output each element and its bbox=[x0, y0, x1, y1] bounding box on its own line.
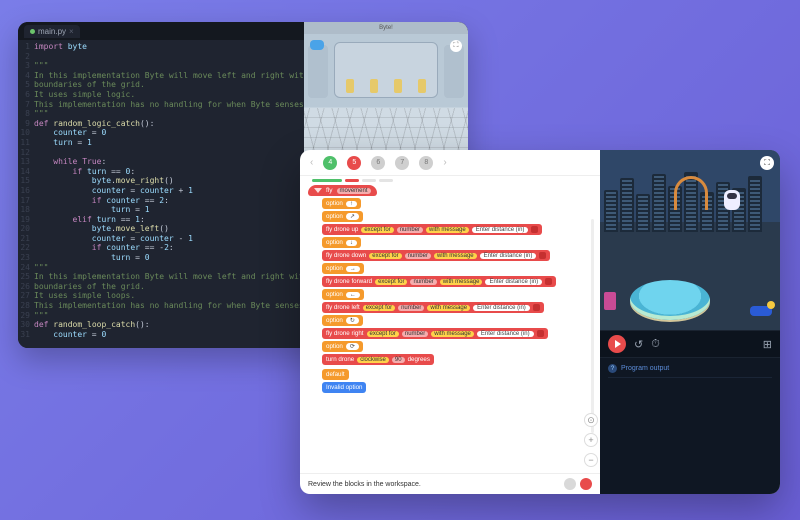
code-block[interactable]: Invalid option bbox=[322, 382, 366, 393]
close-icon[interactable]: × bbox=[69, 27, 74, 36]
expand-icon[interactable]: ⛶ bbox=[450, 40, 462, 52]
game-scene: ⛶ bbox=[600, 150, 780, 330]
undo-icon[interactable]: ↺ bbox=[634, 338, 643, 351]
code-block[interactable]: option⟳ bbox=[322, 341, 363, 352]
blocks-left-pane: ‹ 45678 › flymovement option↑ option↗ fly d… bbox=[300, 150, 600, 494]
zoom-in-icon[interactable]: + bbox=[584, 433, 598, 447]
grid-icon[interactable]: ⊞ bbox=[763, 338, 772, 351]
editor-game-preview: Byte! ⛶ bbox=[304, 22, 468, 168]
step-8[interactable]: 8 bbox=[419, 156, 433, 170]
code-block[interactable]: option← bbox=[322, 289, 364, 300]
code-block[interactable]: option↑ bbox=[322, 198, 361, 209]
code-block[interactable]: fly drone up except for number with mess… bbox=[322, 224, 542, 235]
game-preview-badge-icon bbox=[310, 40, 324, 50]
workspace-zoom-controls: ⊙ + − bbox=[584, 413, 598, 467]
info-icon: ? bbox=[608, 364, 617, 373]
code-block[interactable]: fly drone forward except for number with… bbox=[322, 276, 556, 287]
code-block[interactable]: fly drone left except for number with me… bbox=[322, 302, 544, 313]
tab-status-dot-icon bbox=[30, 29, 35, 34]
code-block[interactable]: option↗ bbox=[322, 211, 363, 222]
blocks-right-pane: ⛶ ↺ ⏱ ⊞ ? Program output bbox=[600, 150, 780, 494]
code-block[interactable]: option→ bbox=[322, 263, 364, 274]
code-block[interactable]: option↻ bbox=[322, 315, 363, 326]
step-navigation: ‹ 45678 › bbox=[300, 150, 600, 176]
history-icon[interactable]: ⏱ bbox=[651, 338, 660, 351]
blocks-workspace[interactable]: flymovement option↑ option↗ fly drone up ex… bbox=[300, 179, 600, 473]
code-block[interactable]: fly drone down except for number with me… bbox=[322, 250, 550, 261]
program-output-label: Program output bbox=[621, 365, 669, 372]
step-next-icon[interactable]: › bbox=[443, 157, 446, 168]
step-4[interactable]: 4 bbox=[323, 156, 337, 170]
step-7[interactable]: 7 bbox=[395, 156, 409, 170]
expand-icon[interactable]: ⛶ bbox=[760, 156, 774, 170]
step-6[interactable]: 6 bbox=[371, 156, 385, 170]
footer-dot-grey[interactable] bbox=[564, 478, 576, 490]
editor-tab-main[interactable]: main.py × bbox=[24, 25, 80, 38]
hat-block[interactable]: flymovement bbox=[308, 185, 377, 196]
block-stack: flymovement option↑ option↗ fly drone up ex… bbox=[308, 185, 592, 393]
run-controls: ↺ ⏱ ⊞ bbox=[600, 330, 780, 358]
editor-tab-filename: main.py bbox=[38, 27, 66, 36]
footer-instruction: Review the blocks in the workspace. bbox=[308, 481, 421, 488]
zoom-center-icon[interactable]: ⊙ bbox=[584, 413, 598, 427]
line-number-gutter: 1234567891011121314151617181920212223242… bbox=[18, 40, 32, 348]
play-icon bbox=[615, 340, 621, 348]
code-block[interactable]: fly drone right except for number with m… bbox=[322, 328, 548, 339]
code-block[interactable]: default bbox=[322, 369, 349, 380]
code-block[interactable]: option↓ bbox=[322, 237, 361, 248]
program-output-panel: ? Program output bbox=[600, 358, 780, 494]
step-indicators: 45678 bbox=[323, 156, 433, 170]
blocks-footer: Review the blocks in the workspace. bbox=[300, 473, 600, 494]
zoom-out-icon[interactable]: − bbox=[584, 453, 598, 467]
play-button[interactable] bbox=[608, 335, 626, 353]
game-preview-scene bbox=[304, 34, 468, 168]
code-block[interactable]: turn drone clockwise 90 degrees bbox=[322, 354, 434, 365]
drone-character-icon bbox=[724, 190, 740, 210]
step-5[interactable]: 5 bbox=[347, 156, 361, 170]
footer-dot-red[interactable] bbox=[580, 478, 592, 490]
game-preview-header: Byte! bbox=[304, 22, 468, 34]
blocks-editor-card: ‹ 45678 › flymovement option↑ option↗ fly d… bbox=[300, 150, 780, 494]
step-prev-icon[interactable]: ‹ bbox=[310, 157, 313, 168]
